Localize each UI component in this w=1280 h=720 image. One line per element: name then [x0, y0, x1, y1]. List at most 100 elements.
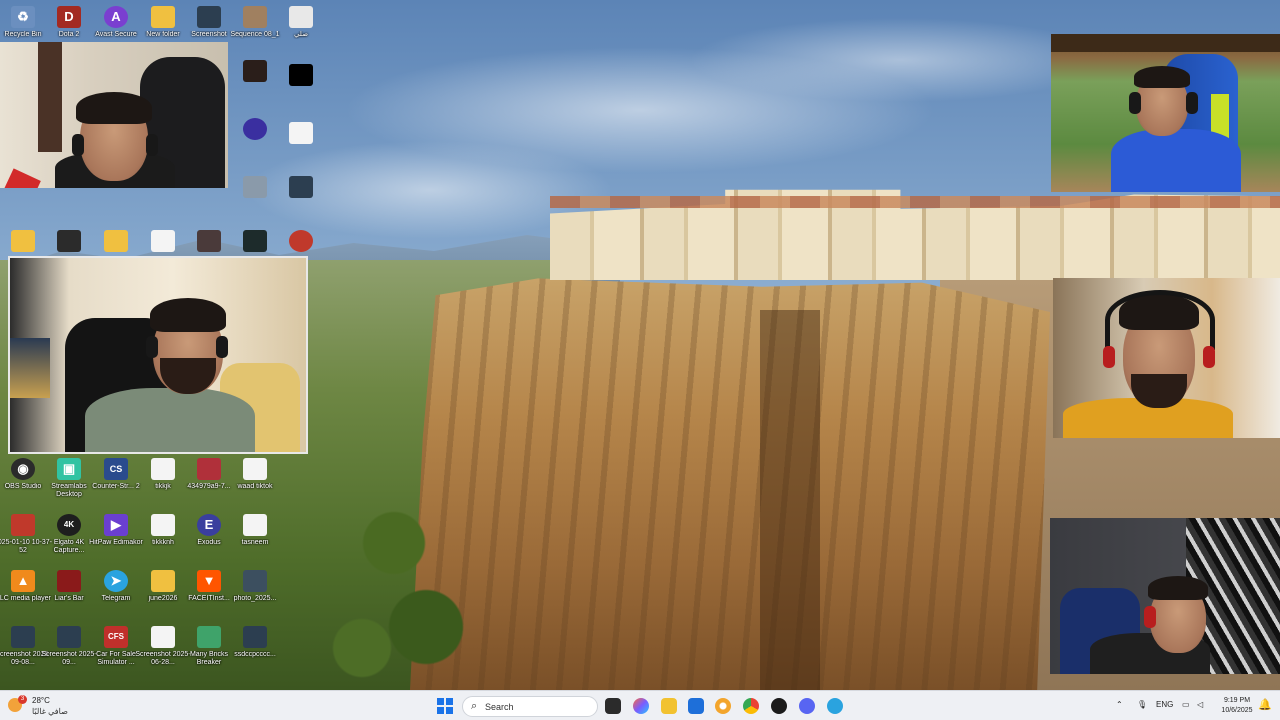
windows-logo-icon: [437, 707, 444, 714]
exodus-icon: E: [197, 514, 221, 536]
webcam-feed-3: [1051, 34, 1280, 192]
weather-condition: صافي غالبًا: [32, 707, 68, 716]
dota2-icon: D: [57, 6, 81, 28]
text-file-icon: [243, 514, 267, 536]
desktop-icon-label: ssdccpcccc...: [234, 651, 276, 658]
video-file-icon: [243, 6, 267, 28]
network-icon[interactable]: ▭: [1182, 700, 1190, 709]
desktop-icon-ssdcc[interactable]: ssdccpcccc...: [225, 626, 285, 659]
webcam-backdrop: [38, 42, 62, 152]
desktop-icon-label: صلي: [293, 31, 309, 38]
headset-icon: [146, 134, 158, 156]
counter-strike-icon: CS: [104, 458, 128, 480]
video-file-icon: [289, 64, 313, 86]
chrome-canary-icon[interactable]: [715, 698, 731, 714]
taskbar: 3 28°C صافي غالبًا ⌕ Search ⌃ 🎙 ENG ▭ ◁ …: [0, 690, 1280, 720]
weather-temperature: 28°C: [32, 696, 50, 705]
folder-icon: [151, 570, 175, 592]
headset-icon: [72, 134, 84, 156]
window-city-view: [10, 338, 50, 398]
wallpaper-cliff: [410, 278, 1050, 690]
image-file-icon: [243, 570, 267, 592]
app-icon: [243, 118, 267, 140]
weather-widget[interactable]: 3 28°C صافي غالبًا: [8, 695, 78, 719]
taskbar-search-box[interactable]: ⌕ Search: [462, 696, 598, 717]
clock-date: 10/6/2025: [1221, 707, 1253, 714]
document-icon: [289, 122, 313, 144]
copilot-icon[interactable]: [633, 698, 649, 714]
headset-icon: [146, 336, 158, 358]
desktop-icon-tasneem[interactable]: tasneem: [225, 514, 285, 547]
desktop-icon-photo[interactable]: photo_2025...: [225, 570, 285, 603]
desktop-icon-app-3[interactable]: [271, 230, 331, 252]
text-file-icon: [151, 458, 175, 480]
streamlabs-icon: ▣: [57, 458, 81, 480]
notification-badge: 3: [18, 695, 27, 704]
desktop-icon-arabic-doc[interactable]: صلي: [271, 6, 331, 39]
desktop-icon-screen-2[interactable]: [271, 176, 331, 198]
headset-icon: [1105, 290, 1215, 350]
headset-icon: [1129, 92, 1141, 114]
text-file-icon: [243, 458, 267, 480]
document-icon: [289, 6, 313, 28]
image-file-icon: [243, 626, 267, 648]
desktop-icon-label: photo_2025...: [233, 595, 277, 602]
microphone-icon[interactable]: 🎙: [1137, 700, 1147, 709]
chevron-up-icon[interactable]: ⌃: [1116, 700, 1123, 709]
folder-icon: [11, 230, 35, 252]
hitpaw-icon: ▶: [104, 514, 128, 536]
headset-icon: [216, 336, 228, 358]
search-icon: ⌕: [471, 700, 478, 712]
faceit-icon: ▼: [197, 570, 221, 592]
webcam-feed-2: [8, 256, 308, 454]
task-view-icon[interactable]: [605, 698, 621, 714]
clock-time: 9:19 PM: [1223, 697, 1251, 704]
microsoft-store-icon[interactable]: [688, 698, 704, 714]
discord-icon[interactable]: [799, 698, 815, 714]
webcam-feed-5: [1050, 518, 1280, 674]
app-icon: [289, 230, 313, 252]
wallpaper-bushes: [330, 480, 490, 690]
desktop-icon-label: waad tiktok: [237, 483, 273, 490]
person-hoodie: [1111, 129, 1241, 192]
desktop-icon-file[interactable]: [271, 122, 331, 144]
image-file-icon: [243, 176, 267, 198]
notification-bell-icon[interactable]: 🔔: [1258, 698, 1272, 714]
wallpaper-roofs: [550, 196, 1280, 208]
liars-bar-icon: [57, 570, 81, 592]
ceiling-beam: [1051, 34, 1280, 52]
video-file-icon: [11, 514, 35, 536]
document-icon: [151, 230, 175, 252]
telegram-icon[interactable]: [827, 698, 843, 714]
desktop-icon-waad-tiktok[interactable]: waad tiktok: [225, 458, 285, 491]
image-file-icon: [289, 176, 313, 198]
person-hair: [76, 92, 152, 124]
system-clock[interactable]: 9:19 PM 10/6/2025: [1213, 696, 1261, 716]
folder-icon: [151, 6, 175, 28]
windows-logo-icon: [437, 698, 444, 705]
search-placeholder: Search: [485, 702, 514, 712]
image-file-icon: [243, 60, 267, 82]
image-file-icon: [197, 6, 221, 28]
car-for-sale-icon: CFS: [104, 626, 128, 648]
headset-icon: [1103, 346, 1115, 368]
text-file-icon: [151, 626, 175, 648]
elgato-icon: 4K: [57, 514, 81, 536]
image-file-icon: [11, 626, 35, 648]
input-language[interactable]: ENG: [1156, 700, 1173, 709]
wallpaper-cliff-crack: [760, 310, 820, 690]
webcam-feed-1: [0, 42, 228, 188]
obs-studio-icon[interactable]: [771, 698, 787, 714]
start-button[interactable]: [437, 698, 453, 714]
desktop-icon-black-file[interactable]: [271, 64, 331, 86]
headset-icon: [1203, 346, 1215, 368]
volume-icon[interactable]: ◁: [1197, 700, 1203, 709]
video-file-icon: [197, 458, 221, 480]
chrome-icon[interactable]: [743, 698, 759, 714]
person-hair: [150, 298, 226, 332]
headset-icon: [1144, 606, 1156, 628]
person-torso: [85, 388, 255, 452]
file-explorer-icon[interactable]: [661, 698, 677, 714]
video-file-icon: [197, 230, 221, 252]
image-file-icon: [243, 230, 267, 252]
